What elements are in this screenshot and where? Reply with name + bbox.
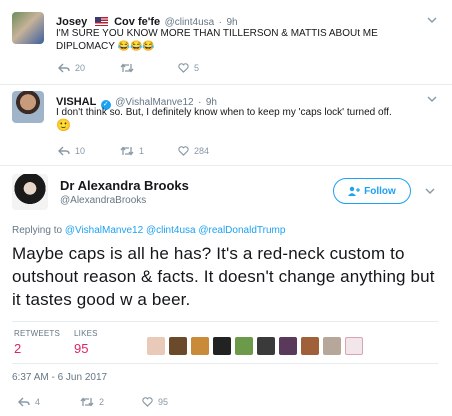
likes-count: 95 bbox=[74, 341, 89, 356]
reply-tweet-1[interactable]: Josey Cov fe'fe @clint4usa · 9h I'M SURE… bbox=[0, 6, 452, 84]
chevron-down-icon[interactable] bbox=[426, 14, 438, 26]
reply-button[interactable]: 10 bbox=[58, 146, 120, 156]
add-user-icon bbox=[348, 186, 361, 196]
reply-icon bbox=[58, 146, 70, 156]
chevron-down-icon[interactable] bbox=[426, 93, 438, 105]
tweet-timestamp[interactable]: 6:37 AM - 6 Jun 2017 bbox=[12, 372, 107, 383]
reply-icon bbox=[58, 63, 70, 73]
retweet-button[interactable]: 1 bbox=[120, 146, 178, 156]
mention-link[interactable]: @clint4usa bbox=[146, 225, 196, 236]
replying-to: Replying to @VishalManve12 @clint4usa @r… bbox=[12, 225, 286, 236]
retweet-button[interactable]: 2 bbox=[80, 397, 142, 407]
retweet-icon bbox=[120, 146, 134, 156]
retweets-stat[interactable]: RETWEETS 2 bbox=[14, 329, 74, 356]
liker-avatar[interactable] bbox=[345, 337, 363, 355]
retweets-count: 2 bbox=[14, 341, 22, 356]
liker-avatar[interactable] bbox=[213, 337, 231, 355]
reply-count: 20 bbox=[75, 63, 86, 73]
mention-link[interactable]: @VishalManve12 bbox=[65, 225, 143, 236]
user-handle[interactable]: @AlexandraBrooks bbox=[60, 195, 146, 206]
like-count: 284 bbox=[194, 146, 210, 156]
retweet-count: 2 bbox=[99, 397, 105, 407]
reply-count: 4 bbox=[35, 397, 41, 407]
liker-avatar[interactable] bbox=[147, 337, 165, 355]
reply-icon bbox=[18, 397, 30, 407]
heart-icon bbox=[178, 63, 189, 73]
tweet-text: I'M SURE YOU KNOW MORE THAN TILLERSON & … bbox=[56, 28, 378, 52]
liker-avatar[interactable] bbox=[235, 337, 253, 355]
main-tweet: Dr Alexandra Brooks @AlexandraBrooks Fol… bbox=[0, 166, 452, 416]
laughing-emoji: 😂😂😂 bbox=[117, 41, 155, 52]
chevron-down-icon[interactable] bbox=[424, 185, 436, 197]
tweet-text: Maybe caps is all he has? It's a red-nec… bbox=[12, 244, 435, 309]
user-name[interactable]: Dr Alexandra Brooks bbox=[60, 178, 189, 193]
like-count: 5 bbox=[194, 63, 200, 73]
reply-count: 10 bbox=[75, 146, 86, 156]
likes-label: LIKES bbox=[74, 329, 98, 338]
liker-avatar[interactable] bbox=[169, 337, 187, 355]
us-flag-icon bbox=[94, 17, 108, 26]
heart-icon bbox=[142, 397, 153, 407]
smile-emoji: 🙂 bbox=[56, 118, 71, 132]
mention-link[interactable]: @realDonaldTrump bbox=[198, 225, 285, 236]
like-count: 95 bbox=[158, 397, 169, 407]
divider bbox=[12, 363, 438, 364]
avatar[interactable] bbox=[12, 91, 44, 123]
liker-avatar[interactable] bbox=[257, 337, 275, 355]
retweet-count: 1 bbox=[139, 146, 145, 156]
avatar[interactable] bbox=[12, 174, 48, 210]
reply-button[interactable]: 4 bbox=[18, 397, 80, 407]
reply-button[interactable]: 20 bbox=[58, 63, 120, 73]
liker-avatar[interactable] bbox=[301, 337, 319, 355]
like-button[interactable]: 5 bbox=[178, 63, 199, 73]
tweet-text: I don't think so. But, I definitely know… bbox=[56, 107, 392, 132]
like-button[interactable]: 284 bbox=[178, 146, 209, 156]
follow-label: Follow bbox=[364, 185, 396, 197]
divider bbox=[12, 321, 438, 322]
likes-stat[interactable]: LIKES 95 bbox=[74, 329, 124, 356]
follow-button[interactable]: Follow bbox=[333, 178, 411, 204]
avatar[interactable] bbox=[12, 12, 44, 44]
liker-avatar[interactable] bbox=[191, 337, 209, 355]
retweet-icon bbox=[80, 397, 94, 407]
liker-avatars bbox=[147, 337, 367, 355]
heart-icon bbox=[178, 146, 189, 156]
retweet-button[interactable] bbox=[120, 63, 178, 73]
liker-avatar[interactable] bbox=[279, 337, 297, 355]
liker-avatar[interactable] bbox=[323, 337, 341, 355]
reply-tweet-2[interactable]: VISHAL ✓ @VishalManve12 · 9h I don't thi… bbox=[0, 85, 452, 163]
retweets-label: RETWEETS bbox=[14, 329, 61, 338]
like-button[interactable]: 95 bbox=[142, 397, 168, 407]
retweet-icon bbox=[120, 63, 134, 73]
